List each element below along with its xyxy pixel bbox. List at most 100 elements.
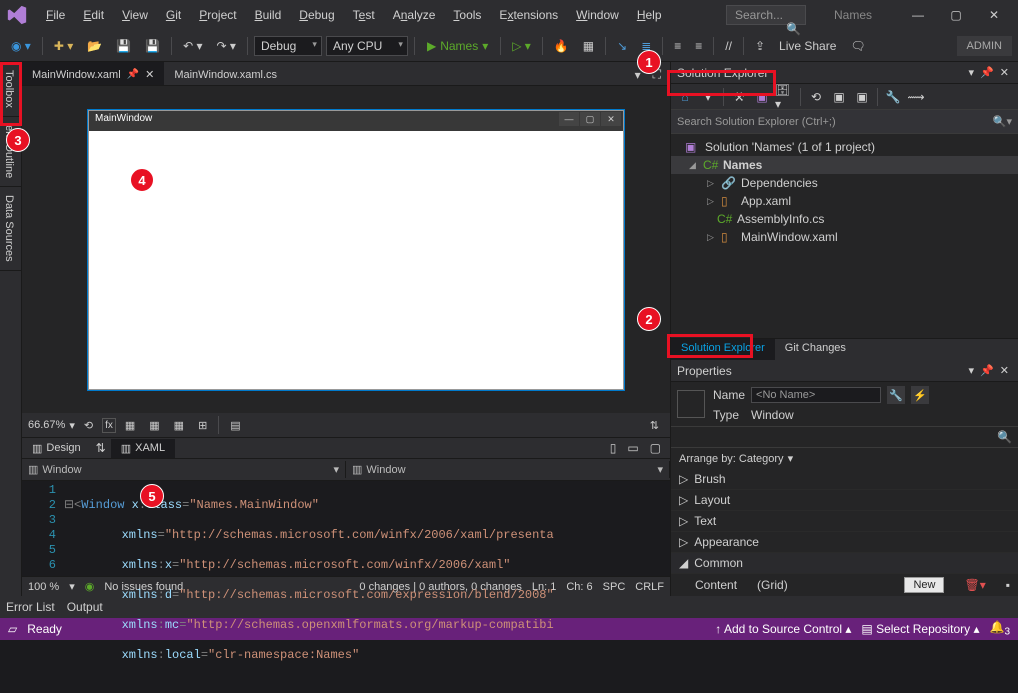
assemblyinfo-node[interactable]: C#AssemblyInfo.cs <box>671 210 1018 228</box>
pin-icon[interactable]: 📌 <box>977 66 997 79</box>
menu-project[interactable]: Project <box>191 4 244 26</box>
menu-view[interactable]: View <box>114 4 156 26</box>
menu-window[interactable]: Window <box>568 4 627 26</box>
delete-icon[interactable]: 🗑▾ <box>964 578 985 592</box>
split-v-icon[interactable]: ▯ <box>605 438 622 458</box>
swap-icon[interactable]: ⇅ <box>91 438 111 458</box>
maximize-button[interactable]: ▢ <box>938 3 974 27</box>
solution-tree[interactable]: ▣Solution 'Names' (1 of 1 project) ◢C#Na… <box>671 134 1018 338</box>
show-all-icon[interactable]: ▣ <box>852 87 872 107</box>
notifications-icon[interactable]: 🔔3 <box>989 620 1010 637</box>
git-changes-tab[interactable]: Git Changes <box>775 339 856 360</box>
chevron-down-icon[interactable]: ▾ <box>69 419 75 432</box>
fx-icon[interactable]: fx <box>102 418 116 433</box>
pin-icon[interactable]: 📌 <box>977 364 997 377</box>
nav-back-button[interactable]: ◉ ▾ <box>6 36 36 56</box>
start-nodebug-button[interactable]: ▷ ▾ <box>507 36 536 56</box>
cat-layout[interactable]: ▷Layout <box>671 490 1018 511</box>
open-button[interactable]: 📂 <box>82 36 107 56</box>
expander-icon[interactable]: ▷ <box>707 178 717 189</box>
window-dropdown-icon[interactable]: ▾ <box>966 364 978 377</box>
redo-button[interactable]: ↷ ▾ <box>212 36 241 56</box>
menu-tools[interactable]: Tools <box>445 4 489 26</box>
app-xaml-node[interactable]: ▷▯App.xaml <box>671 192 1018 210</box>
menu-help[interactable]: Help <box>629 4 670 26</box>
zoom-dropdown[interactable]: 66.67% <box>28 419 65 431</box>
tab-mainwindow-cs[interactable]: MainWindow.xaml.cs <box>164 65 287 85</box>
tb-icon-1[interactable]: ▦ <box>578 36 599 56</box>
menu-extensions[interactable]: Extensions <box>491 4 566 26</box>
menu-git[interactable]: Git <box>158 4 189 26</box>
expander-icon[interactable]: ▷ <box>679 535 688 549</box>
error-list-tab[interactable]: Error List <box>6 600 55 614</box>
project-node[interactable]: ◢C#Names <box>671 156 1018 174</box>
expander-icon[interactable]: ▷ <box>707 232 717 243</box>
snap-icon[interactable]: ▦ <box>144 416 164 435</box>
mainwindow-xaml-node[interactable]: ▷▯MainWindow.xaml <box>671 228 1018 246</box>
expander-icon[interactable]: ▷ <box>679 493 688 507</box>
cat-brush[interactable]: ▷Brush <box>671 469 1018 490</box>
select-repository[interactable]: ▤ Select Repository ▴ <box>861 622 979 636</box>
menu-file[interactable]: File <box>38 4 73 26</box>
xaml-nav-right[interactable]: ▥ Window▾ <box>346 461 670 478</box>
expander-icon[interactable]: ◢ <box>679 556 688 570</box>
preview-icon[interactable]: 🗄 ▾ <box>775 87 795 107</box>
dependencies-node[interactable]: ▷🔗Dependencies <box>671 174 1018 192</box>
name-field[interactable]: <No Name> <box>751 387 881 403</box>
arrange-by[interactable]: Arrange by: Category ▾ <box>671 448 1018 469</box>
start-debug-button[interactable]: ▶ Names ▾ <box>421 37 494 55</box>
menu-test[interactable]: Test <box>345 4 383 26</box>
step-into-icon[interactable]: ↘ <box>612 36 632 56</box>
add-source-control[interactable]: ↑ Add to Source Control ▴ <box>715 622 851 636</box>
marker-icon[interactable]: ▪ <box>1006 578 1010 592</box>
unload-icon[interactable]: ⟿ <box>906 87 926 107</box>
admin-button[interactable]: ADMIN <box>957 36 1012 56</box>
pin-icon[interactable]: 📌 <box>127 69 139 80</box>
swap-pane-icon[interactable]: ⇅ <box>645 416 664 435</box>
config-dropdown[interactable]: Debug <box>254 36 322 56</box>
indent-more-icon[interactable]: ≡ <box>690 36 707 56</box>
properties-icon[interactable]: 🔧 <box>883 87 903 107</box>
grid-icon[interactable]: ▦ <box>120 416 140 435</box>
platform-dropdown[interactable]: Any CPU <box>326 36 408 56</box>
close-panel-icon[interactable]: ✕ <box>997 66 1012 79</box>
close-button[interactable]: ✕ <box>976 3 1012 27</box>
indent-less-icon[interactable]: ≡ <box>669 36 686 56</box>
expander-icon[interactable]: ▷ <box>707 196 717 207</box>
sync-icon[interactable]: ⟲ <box>806 87 826 107</box>
close-panel-icon[interactable]: ✕ <box>997 364 1012 377</box>
expander-icon[interactable]: ▷ <box>679 472 688 486</box>
tab-mainwindow-xaml[interactable]: MainWindow.xaml📌✕ <box>22 62 164 85</box>
search-solution-input[interactable]: Search Solution Explorer (Ctrl+;)🔍▾ <box>671 110 1018 134</box>
editor-zoom[interactable]: 100 % <box>28 581 59 593</box>
hot-reload-icon[interactable]: 🔥 <box>549 36 574 56</box>
cat-text[interactable]: ▷Text <box>671 511 1018 532</box>
layout-icon[interactable]: ▤ <box>225 416 245 435</box>
close-tab-icon[interactable]: ✕ <box>145 68 154 81</box>
menu-analyze[interactable]: Analyze <box>385 4 444 26</box>
events-icon[interactable]: ⚡ <box>911 386 929 404</box>
wrench-icon[interactable]: 🔧 <box>887 386 905 404</box>
xaml-nav-left[interactable]: ▥ Window▾ <box>22 461 346 478</box>
xaml-tab[interactable]: ▥ XAML <box>111 439 175 458</box>
cat-common[interactable]: ◢Common <box>671 553 1018 574</box>
code-editor[interactable]: 123456 ⊟<Window x:Class="Names.MainWindo… <box>22 481 670 576</box>
comment-icon[interactable]: // <box>720 36 737 56</box>
rulers-icon[interactable]: ▦ <box>169 416 189 435</box>
window-dropdown-icon[interactable]: ▾ <box>966 66 978 79</box>
design-window[interactable]: MainWindow —▢✕ <box>88 110 624 390</box>
design-canvas[interactable]: MainWindow —▢✕ <box>22 86 670 413</box>
save-button[interactable]: 💾 <box>111 36 136 56</box>
menu-build[interactable]: Build <box>247 4 290 26</box>
search-input[interactable]: Search...🔍 <box>726 5 806 25</box>
share-icon[interactable]: ⇪ <box>750 36 770 56</box>
new-item-button[interactable]: ✚ ▾ <box>49 36 78 56</box>
menu-debug[interactable]: Debug <box>291 4 342 26</box>
save-all-button[interactable]: 💾 <box>140 36 165 56</box>
expander-icon[interactable]: ▷ <box>679 514 688 528</box>
design-tab[interactable]: ▥ Design <box>22 439 91 458</box>
feedback-icon[interactable]: 🗨 <box>845 36 870 56</box>
properties-search[interactable]: 🔍 <box>671 426 1018 448</box>
data-sources-tab[interactable]: Data Sources <box>0 187 21 271</box>
split-h-icon[interactable]: ▭ <box>622 438 643 458</box>
